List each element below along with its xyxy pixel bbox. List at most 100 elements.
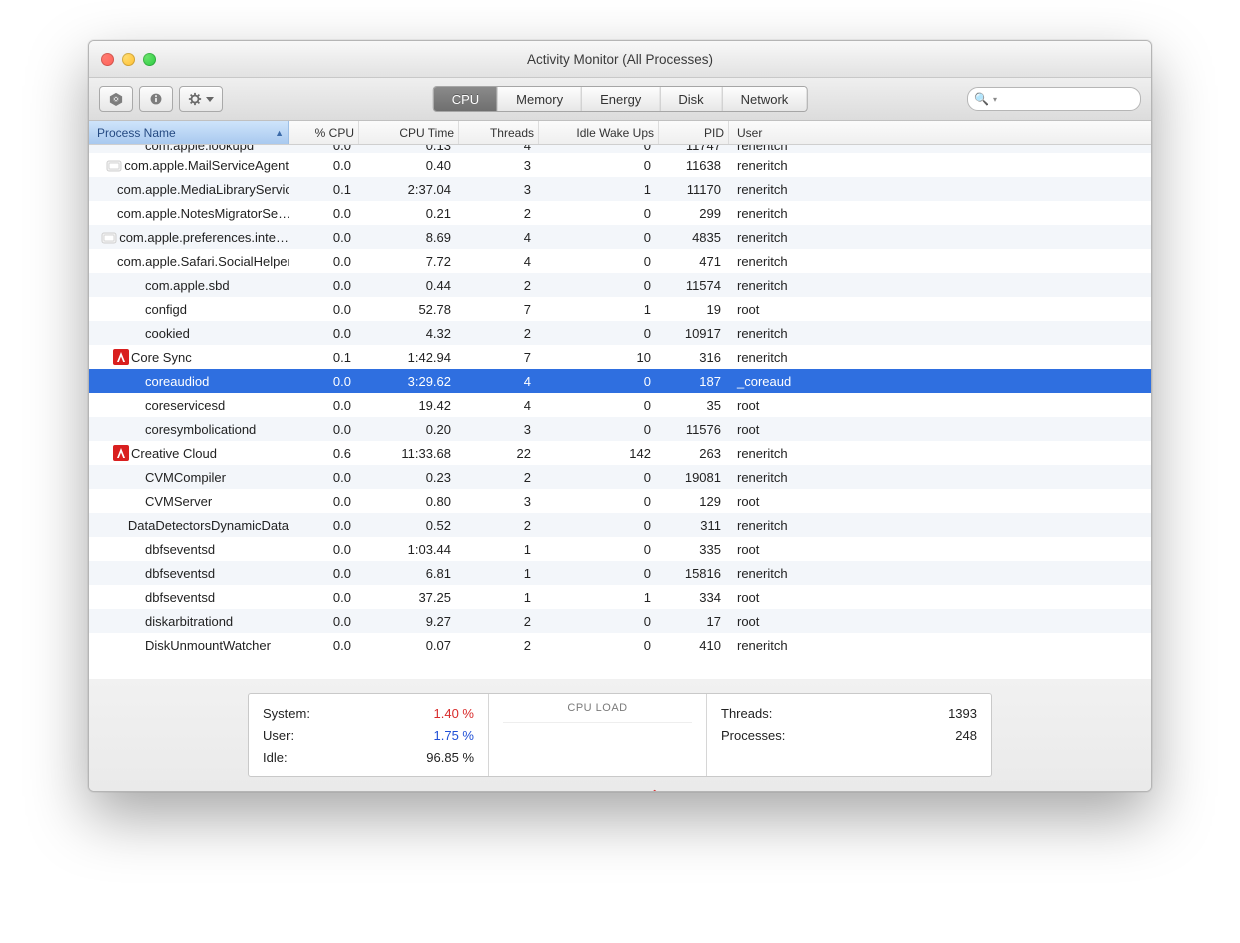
table-row[interactable]: dbfseventsd0.06.811015816reneritch [89, 561, 1151, 585]
table-row[interactable]: Creative Cloud0.611:33.6822142263renerit… [89, 441, 1151, 465]
process-name: DiskUnmountWatcher [145, 638, 271, 653]
search-field[interactable]: 🔍 ▾ [967, 87, 1141, 111]
table-row[interactable]: coreservicesd0.019.424035root [89, 393, 1151, 417]
pct-cpu: 0.0 [289, 302, 359, 317]
search-input[interactable] [1001, 91, 1152, 107]
user: root [729, 494, 1151, 509]
minimize-icon[interactable] [122, 53, 135, 66]
close-icon[interactable] [101, 53, 114, 66]
table-row[interactable]: com.apple.MediaLibraryService0.12:37.043… [89, 177, 1151, 201]
tab-network[interactable]: Network [722, 87, 807, 111]
pid: 129 [659, 494, 729, 509]
pid: 19 [659, 302, 729, 317]
col-cpu-time[interactable]: CPU Time [359, 121, 459, 144]
col-process-name[interactable]: Process Name▲ [89, 121, 289, 144]
no-icon [125, 373, 145, 389]
pct-cpu: 0.0 [289, 494, 359, 509]
threads: 4 [459, 254, 539, 269]
quit-process-button[interactable] [99, 86, 133, 112]
process-name: coresymbolicationd [145, 422, 256, 437]
col-threads[interactable]: Threads [459, 121, 539, 144]
table-row[interactable]: CVMServer0.00.8030129root [89, 489, 1151, 513]
table-row[interactable]: DataDetectorsDynamicData0.00.5220311rene… [89, 513, 1151, 537]
idle-wake-ups: 1 [539, 182, 659, 197]
no-icon [125, 613, 145, 629]
user: reneritch [729, 470, 1151, 485]
pid: 11747 [659, 145, 729, 153]
table-row[interactable]: com.apple.MailServiceAgent0.00.403011638… [89, 153, 1151, 177]
process-name: diskarbitrationd [145, 614, 233, 629]
no-icon [125, 541, 145, 557]
table-row[interactable]: cookied0.04.322010917reneritch [89, 321, 1151, 345]
no-icon [125, 397, 145, 413]
titlebar: Activity Monitor (All Processes) [89, 41, 1151, 78]
zoom-icon[interactable] [143, 53, 156, 66]
idle-wake-ups: 0 [539, 566, 659, 581]
table-row[interactable]: com.apple.Safari.SocialHelper0.07.724047… [89, 249, 1151, 273]
pid: 11576 [659, 422, 729, 437]
idle-value: 96.85 % [426, 750, 474, 765]
tab-energy[interactable]: Energy [581, 87, 659, 111]
process-name: DataDetectorsDynamicData [128, 518, 289, 533]
no-icon [125, 469, 145, 485]
table-row[interactable]: coreaudiod0.03:29.6240187_coreaud [89, 369, 1151, 393]
no-icon [125, 565, 145, 581]
col-pid[interactable]: PID [659, 121, 729, 144]
pct-cpu: 0.0 [289, 614, 359, 629]
table-row[interactable]: DiskUnmountWatcher0.00.0720410reneritch [89, 633, 1151, 657]
no-icon [125, 277, 145, 293]
col-user[interactable]: User [729, 121, 1151, 144]
pid: 187 [659, 374, 729, 389]
threads: 1 [459, 590, 539, 605]
table-row[interactable]: dbfseventsd0.037.2511334root [89, 585, 1151, 609]
cpu-time: 0.52 [359, 518, 459, 533]
system-label: System: [263, 706, 310, 721]
process-name: coreaudiod [145, 374, 209, 389]
table-row[interactable]: dbfseventsd0.01:03.4410335root [89, 537, 1151, 561]
table-row[interactable]: configd0.052.787119root [89, 297, 1151, 321]
col-pct-cpu[interactable]: % CPU [289, 121, 359, 144]
col-idle-wake-ups[interactable]: Idle Wake Ups [539, 121, 659, 144]
no-icon [97, 205, 117, 221]
cpu-time: 2:37.04 [359, 182, 459, 197]
idle-wake-ups: 0 [539, 278, 659, 293]
user: reneritch [729, 158, 1151, 173]
no-icon [125, 301, 145, 317]
activity-monitor-window: Activity Monitor (All Processes) CPU Mem… [88, 40, 1152, 792]
pid: 263 [659, 446, 729, 461]
threads: 7 [459, 350, 539, 365]
inspect-process-button[interactable] [139, 86, 173, 112]
cpu-time: 0.20 [359, 422, 459, 437]
threads: 2 [459, 470, 539, 485]
no-icon [125, 325, 145, 341]
table-row[interactable]: com.apple.lookupd0.00.134011747reneritch [89, 145, 1151, 153]
process-name: com.apple.MediaLibraryService [117, 182, 289, 197]
process-name: com.apple.MailServiceAgent [124, 158, 289, 173]
process-table[interactable]: com.apple.lookupd0.00.134011747reneritch… [89, 145, 1151, 679]
user: reneritch [729, 230, 1151, 245]
tab-cpu[interactable]: CPU [434, 87, 497, 111]
tab-disk[interactable]: Disk [659, 87, 721, 111]
table-row[interactable]: com.apple.sbd0.00.442011574reneritch [89, 273, 1151, 297]
options-menu-button[interactable] [179, 86, 223, 112]
idle-wake-ups: 142 [539, 446, 659, 461]
table-row[interactable]: com.apple.preferences.inte…0.08.69404835… [89, 225, 1151, 249]
idle-wake-ups: 0 [539, 422, 659, 437]
table-row[interactable]: coresymbolicationd0.00.203011576root [89, 417, 1151, 441]
summary-footer: System:1.40 % User:1.75 % Idle:96.85 % C… [89, 679, 1151, 791]
pct-cpu: 0.0 [289, 254, 359, 269]
tab-memory[interactable]: Memory [497, 87, 581, 111]
table-row[interactable]: Core Sync0.11:42.94710316reneritch [89, 345, 1151, 369]
pid: 15816 [659, 566, 729, 581]
user: reneritch [729, 350, 1151, 365]
pid: 11638 [659, 158, 729, 173]
pct-cpu: 0.0 [289, 470, 359, 485]
table-row[interactable]: com.apple.NotesMigratorSe…0.00.2120299re… [89, 201, 1151, 225]
table-row[interactable]: diskarbitrationd0.09.272017root [89, 609, 1151, 633]
table-row[interactable]: CVMCompiler0.00.232019081reneritch [89, 465, 1151, 489]
threads: 3 [459, 422, 539, 437]
cpu-time: 1:03.44 [359, 542, 459, 557]
idle-wake-ups: 1 [539, 590, 659, 605]
user: reneritch [729, 145, 1151, 153]
pid: 316 [659, 350, 729, 365]
